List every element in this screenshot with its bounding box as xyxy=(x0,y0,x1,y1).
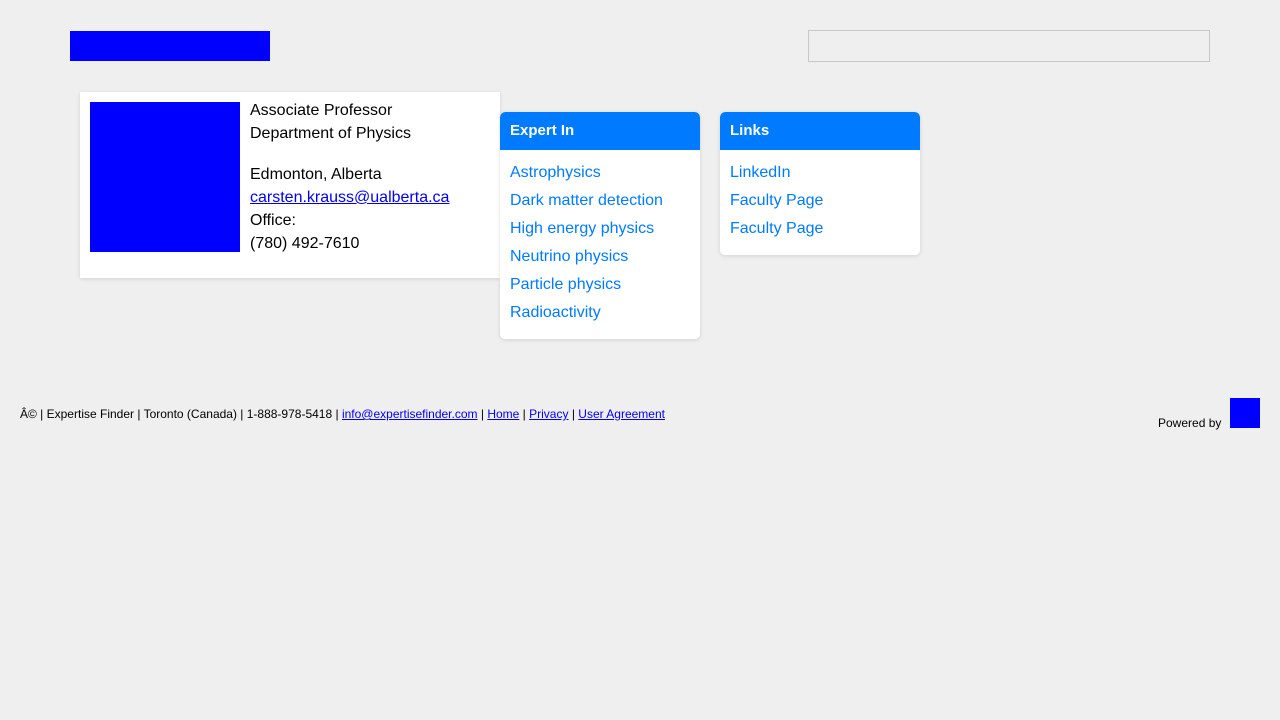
links-panel: Links LinkedIn Faculty Page Faculty Page xyxy=(720,112,920,255)
profile-location: Edmonton, Alberta xyxy=(250,166,382,183)
profile-info: Associate Professor Department of Physic… xyxy=(250,99,449,255)
expertise-item[interactable]: Particle physics xyxy=(510,271,690,299)
footer: Â© | Expertise Finder | Toronto (Canada)… xyxy=(20,407,665,422)
footer-separator: | xyxy=(477,407,488,421)
link-item-faculty-page[interactable]: Faculty Page xyxy=(730,215,910,243)
search-input[interactable] xyxy=(808,30,1210,62)
expertise-item[interactable]: Radioactivity xyxy=(510,299,690,327)
expertise-item[interactable]: High energy physics xyxy=(510,215,690,243)
footer-separator: | xyxy=(568,407,579,421)
powered-by-logo[interactable] xyxy=(1230,398,1260,428)
profile-card: Associate Professor Department of Physic… xyxy=(80,92,500,278)
link-item-faculty-page[interactable]: Faculty Page xyxy=(730,187,910,215)
powered-by-label: Powered by xyxy=(1158,416,1222,430)
expertise-item[interactable]: Astrophysics xyxy=(510,159,690,187)
profile-office-label: Office: xyxy=(250,212,296,229)
profile-phone: (780) 492-7610 xyxy=(250,235,360,252)
footer-privacy-link[interactable]: Privacy xyxy=(529,407,568,421)
profile-department: Department of Physics xyxy=(250,125,411,142)
footer-copyright: Â© | Expertise Finder | Toronto (Canada)… xyxy=(20,407,342,421)
footer-separator: | xyxy=(519,407,530,421)
footer-email-link[interactable]: info@expertisefinder.com xyxy=(342,407,478,421)
footer-user-agreement-link[interactable]: User Agreement xyxy=(578,407,665,421)
expert-in-heading: Expert In xyxy=(500,112,700,150)
expert-in-panel: Expert In Astrophysics Dark matter detec… xyxy=(500,112,700,339)
links-heading: Links xyxy=(720,112,920,150)
profile-email-link[interactable]: carsten.krauss@ualberta.ca xyxy=(250,189,449,206)
site-logo[interactable] xyxy=(70,31,270,61)
profile-photo xyxy=(90,102,240,252)
expertise-item[interactable]: Neutrino physics xyxy=(510,243,690,271)
link-item-linkedin[interactable]: LinkedIn xyxy=(730,159,910,187)
profile-title: Associate Professor xyxy=(250,102,393,119)
footer-home-link[interactable]: Home xyxy=(487,407,519,421)
expertise-item[interactable]: Dark matter detection xyxy=(510,187,690,215)
